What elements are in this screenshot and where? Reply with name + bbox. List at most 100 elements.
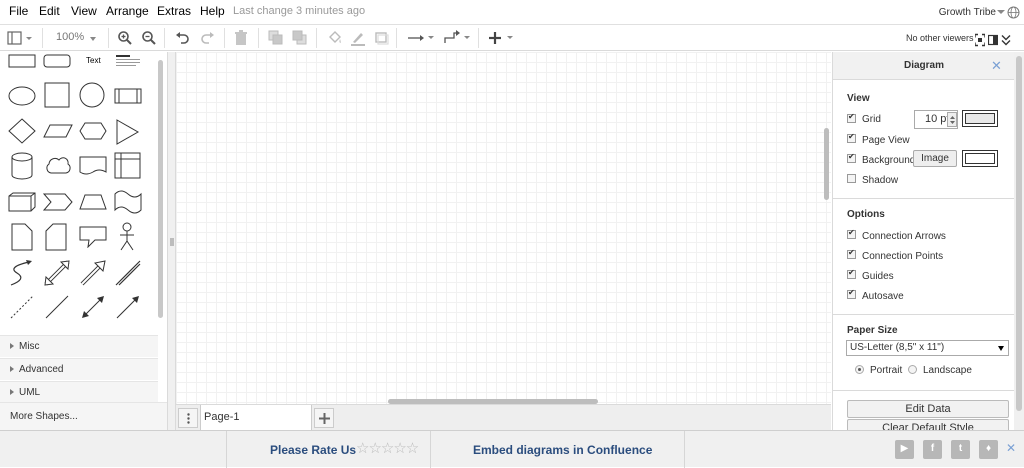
panel-splitter[interactable] xyxy=(168,52,176,430)
arrow-shape-icon[interactable] xyxy=(79,259,107,287)
connection-arrows-checkbox[interactable] xyxy=(847,228,856,239)
more-shapes-button[interactable]: More Shapes... xyxy=(0,402,167,430)
actor-shape-icon[interactable] xyxy=(118,222,136,252)
twitter-icon[interactable]: t xyxy=(951,440,970,459)
page-view-checkbox[interactable] xyxy=(847,132,856,143)
rate-us-link[interactable]: Please Rate Us xyxy=(270,443,356,457)
parallelogram-shape-icon[interactable] xyxy=(43,124,73,138)
menu-extras[interactable]: Extras xyxy=(157,4,191,18)
bidirectional-connector-icon[interactable] xyxy=(80,294,106,320)
diagram-canvas[interactable] xyxy=(176,52,831,404)
zoom-level[interactable]: 100% xyxy=(56,31,84,43)
grid-color-swatch[interactable] xyxy=(962,110,998,127)
line-color-icon[interactable] xyxy=(350,30,366,46)
page-tab[interactable]: Page-1 xyxy=(200,405,312,430)
tape-shape-icon[interactable] xyxy=(114,190,142,214)
clear-default-style-button[interactable]: Clear Default Style xyxy=(847,419,1009,430)
triangle-shape-icon[interactable] xyxy=(116,119,140,145)
document-shape-icon[interactable] xyxy=(79,156,107,176)
bidirectional-arrow-shape-icon[interactable] xyxy=(43,259,71,287)
fill-color-icon[interactable] xyxy=(327,30,343,46)
note-shape-icon[interactable] xyxy=(11,223,33,251)
rounded-rectangle-shape-icon[interactable] xyxy=(43,54,71,68)
undo-icon[interactable] xyxy=(174,30,190,46)
pages-menu-button[interactable] xyxy=(178,408,198,428)
connection-points-checkbox[interactable] xyxy=(847,248,856,259)
chevron-down-icon[interactable] xyxy=(997,10,1005,14)
link-shape-icon[interactable] xyxy=(114,259,142,287)
category-misc[interactable]: Misc xyxy=(0,335,158,357)
category-advanced[interactable]: Advanced xyxy=(0,358,158,380)
shadow-icon[interactable] xyxy=(374,30,390,46)
trapezoid-shape-icon[interactable] xyxy=(79,194,107,210)
ellipse-shape-icon[interactable] xyxy=(8,85,36,107)
rating-stars-icon[interactable]: ☆☆☆☆☆ xyxy=(356,439,419,457)
shadow-checkbox[interactable] xyxy=(847,174,856,183)
menu-help[interactable]: Help xyxy=(200,4,225,18)
fullscreen-icon[interactable] xyxy=(975,32,985,48)
landscape-radio[interactable] xyxy=(908,365,917,374)
rectangle-shape-icon[interactable] xyxy=(8,54,36,68)
hexagon-shape-icon[interactable] xyxy=(79,122,107,140)
dashed-line-icon[interactable] xyxy=(9,294,35,320)
close-icon[interactable]: ✕ xyxy=(991,58,1002,74)
process-shape-icon[interactable] xyxy=(114,88,142,104)
card-shape-icon[interactable] xyxy=(45,223,67,251)
step-shape-icon[interactable] xyxy=(43,193,73,211)
grid-checkbox[interactable] xyxy=(847,112,856,123)
redo-icon[interactable] xyxy=(200,30,216,46)
callout-shape-icon[interactable] xyxy=(79,226,107,248)
menu-file[interactable]: File xyxy=(9,4,28,18)
close-icon[interactable]: ✕ xyxy=(1006,441,1016,455)
trash-icon[interactable] xyxy=(234,30,248,46)
edit-data-button[interactable]: Edit Data xyxy=(847,400,1009,418)
facebook-icon[interactable]: f xyxy=(923,440,942,459)
shapes-scrollbar[interactable] xyxy=(158,60,163,318)
guides-checkbox[interactable] xyxy=(847,268,856,279)
waypoints-icon[interactable] xyxy=(443,30,471,46)
menu-arrange[interactable]: Arrange xyxy=(106,4,149,18)
user-menu[interactable]: Growth Tribe xyxy=(939,7,996,18)
textbox-shape-icon[interactable] xyxy=(115,54,141,68)
circle-shape-icon[interactable] xyxy=(79,82,105,108)
zoom-out-icon[interactable] xyxy=(141,30,157,46)
add-page-button[interactable] xyxy=(314,408,334,428)
github-icon[interactable]: ♦ xyxy=(979,440,998,459)
format-panel-toggle-icon[interactable] xyxy=(7,30,33,46)
cloud-shape-icon[interactable] xyxy=(44,156,72,176)
cube-shape-icon[interactable] xyxy=(8,192,36,212)
curve-connector-icon[interactable] xyxy=(9,259,35,287)
background-checkbox[interactable] xyxy=(847,152,856,163)
menu-view[interactable]: View xyxy=(71,4,97,18)
collapse-icon[interactable] xyxy=(1001,32,1011,48)
internal-storage-shape-icon[interactable] xyxy=(114,152,141,179)
cylinder-shape-icon[interactable] xyxy=(11,152,33,180)
format-panel-scrollbar[interactable] xyxy=(1016,56,1022,411)
to-front-icon[interactable] xyxy=(268,30,284,46)
line-icon[interactable] xyxy=(44,294,70,320)
background-color-swatch[interactable] xyxy=(962,150,998,167)
category-uml[interactable]: UML xyxy=(0,381,158,403)
connection-style-icon[interactable] xyxy=(407,30,435,46)
last-change-status[interactable]: Last change 3 minutes ago xyxy=(233,5,365,17)
to-back-icon[interactable] xyxy=(292,30,308,46)
square-shape-icon[interactable] xyxy=(44,82,70,108)
zoom-dropdown-icon[interactable] xyxy=(90,37,96,41)
confluence-link[interactable]: Embed diagrams in Confluence xyxy=(473,443,652,457)
zoom-in-icon[interactable] xyxy=(117,30,133,46)
grid-size-stepper[interactable] xyxy=(947,112,957,127)
youtube-icon[interactable]: ▶ xyxy=(895,440,914,459)
menu-edit[interactable]: Edit xyxy=(39,4,60,18)
directional-connector-icon[interactable] xyxy=(115,294,141,320)
paper-size-select[interactable]: US-Letter (8,5" x 11") xyxy=(846,340,1009,356)
paper-size-section-title: Paper Size xyxy=(847,325,898,336)
background-image-button[interactable]: Image xyxy=(913,150,957,167)
globe-icon[interactable] xyxy=(1007,6,1020,19)
insert-plus-icon[interactable] xyxy=(488,30,516,46)
autosave-checkbox[interactable] xyxy=(847,288,856,299)
panel-toggle-icon[interactable] xyxy=(988,32,998,48)
portrait-radio[interactable] xyxy=(855,365,864,374)
diamond-shape-icon[interactable] xyxy=(8,118,36,144)
canvas-vertical-scrollbar[interactable] xyxy=(824,128,829,200)
text-shape[interactable]: Text xyxy=(86,56,101,65)
